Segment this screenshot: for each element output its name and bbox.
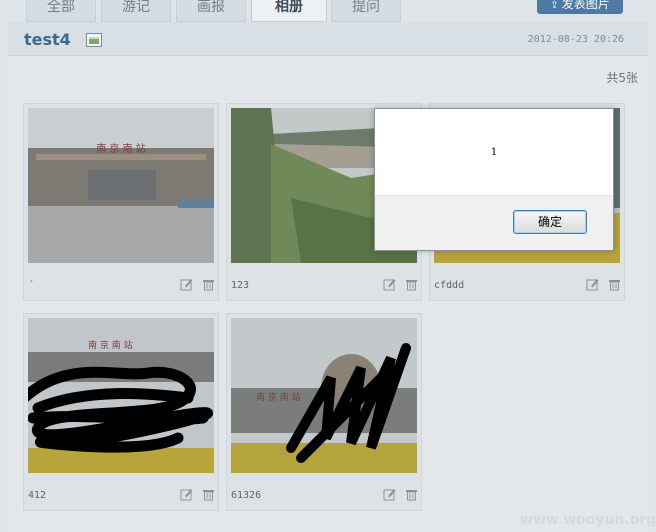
photo-thumbnail[interactable]: 南 京 南 站 [28,108,214,263]
page-background: 全部 游记 画报 相册 提问 ⇪ 发表图片 test4 2012-08-23 20… [0,0,656,532]
tab-label: 游记 [122,0,150,15]
upload-photo-button[interactable]: ⇪ 发表图片 [537,0,623,14]
svg-text:南 京 南 站: 南 京 南 站 [96,142,146,155]
photo-card: 南 京 南 站 61326 [226,313,422,511]
photo-caption: 412 [28,490,47,501]
tab-album[interactable]: 相册 [251,0,327,22]
trash-icon[interactable] [608,278,621,291]
photo-caption: 61326 [231,490,262,501]
ok-button[interactable]: 确定 [513,210,587,234]
trash-icon[interactable] [202,488,215,501]
tab-label: 提问 [352,0,380,15]
edit-icon[interactable] [180,278,193,291]
redacted-portrait-photo: 南 京 南 站 [28,318,214,473]
alert-footer: 确定 [375,195,613,250]
album-datetime: 2012-08-23 20:26 [527,34,624,45]
tab-questions[interactable]: 提问 [331,0,401,22]
edit-icon[interactable] [180,488,193,501]
watermark: www.wooyun.org [520,512,656,528]
tab-label: 全部 [47,0,75,15]
photo-caption: cfddd [434,280,465,291]
redacted-portrait-photo: 南 京 南 站 [231,318,417,473]
tab-travelogue[interactable]: 游记 [101,0,171,22]
svg-text:南 京 南 站: 南 京 南 站 [256,391,301,403]
station-photo: 南 京 南 站 [28,108,214,263]
tab-label: 相册 [275,0,303,15]
trash-icon[interactable] [405,488,418,501]
photo-card: 南 京 南 站 ´ [23,103,219,301]
upload-icon: ⇪ [550,0,559,11]
photo-card: 南 京 南 站 412 [23,313,219,511]
photo-count: 共5张 [606,71,638,85]
edit-icon[interactable] [383,488,396,501]
photo-thumbnail[interactable]: 南 京 南 站 [231,318,417,473]
photo-caption: ´ [28,280,35,291]
alert-message: 1 [490,147,498,158]
photo-thumbnail[interactable]: 南 京 南 站 [28,318,214,473]
edit-icon[interactable] [586,278,599,291]
upload-label: 发表图片 [561,0,610,11]
trash-icon[interactable] [405,278,418,291]
tab-bar: 全部 游记 画报 相册 提问 ⇪ 发表图片 [0,0,656,22]
svg-text:南 京 南 站: 南 京 南 站 [88,339,133,351]
tab-label: 画报 [197,0,225,15]
trash-icon[interactable] [202,278,215,291]
album-header: test4 2012-08-23 20:26 [8,22,648,56]
tab-all[interactable]: 全部 [26,0,96,22]
album-title: test4 [24,30,71,49]
alert-dialog: 1 确定 [374,108,614,251]
edit-icon[interactable] [383,278,396,291]
image-icon[interactable] [86,33,102,47]
photo-caption: 123 [231,280,250,291]
tab-pictorial[interactable]: 画报 [176,0,246,22]
